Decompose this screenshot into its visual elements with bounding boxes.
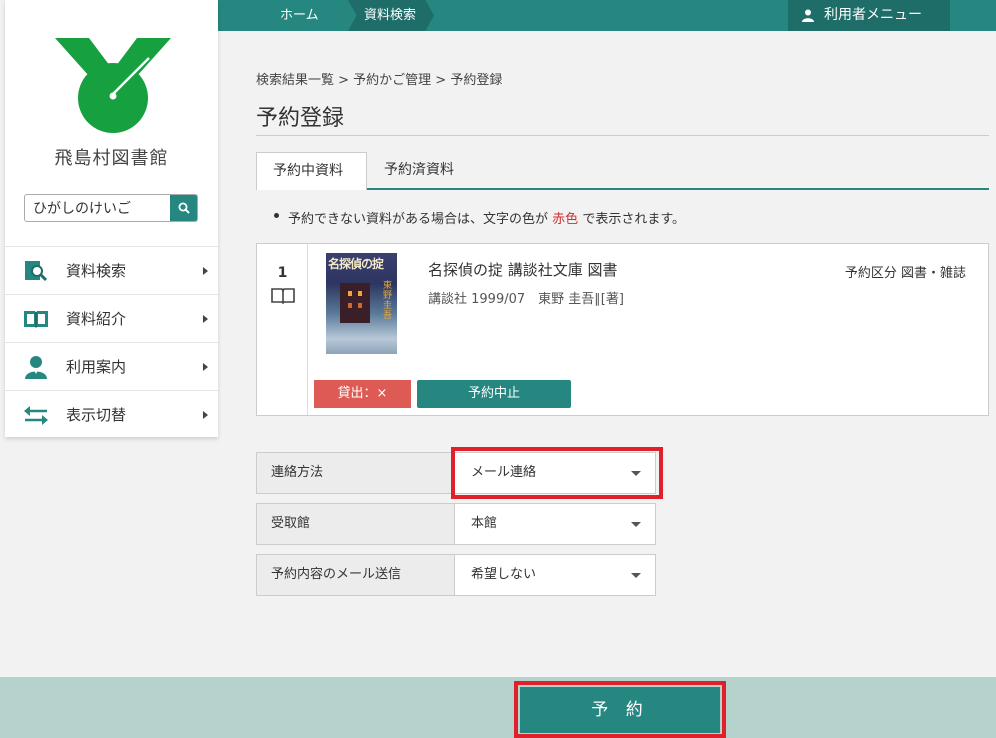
search-button[interactable] <box>170 195 197 221</box>
cancel-reservation-button[interactable]: 予約中止 <box>417 380 571 408</box>
search-document-icon <box>23 259 49 283</box>
chevron-down-icon[interactable] <box>631 573 641 578</box>
notice-red-word: 赤色 <box>552 212 579 227</box>
top-navigation-bar: ホーム 資料検索 利用者メニュー <box>218 0 996 31</box>
cover-illustration <box>340 283 370 323</box>
search-breadcrumb-link[interactable]: 資料検索 <box>348 0 434 31</box>
sidebar-item-label: 表示切替 <box>66 406 127 424</box>
item-type: 予約区分 図書・雑誌 <box>844 266 966 281</box>
chevron-right-icon <box>203 315 208 323</box>
search-icon <box>178 202 190 214</box>
reserve-button[interactable]: 予 約 <box>520 687 720 733</box>
title-divider <box>256 135 989 136</box>
cover-author: 東野圭吾 <box>383 281 393 321</box>
sidebar-item-label: 資料紹介 <box>66 310 127 328</box>
mail-notification-select[interactable]: 希望しない <box>471 555 536 595</box>
chevron-right-icon <box>203 411 208 419</box>
sidebar-item-guide[interactable]: 利用案内 <box>5 342 218 390</box>
library-logo[interactable] <box>55 38 171 134</box>
footer-action-bar <box>0 677 996 738</box>
item-number: 1 <box>277 265 288 281</box>
book-icon <box>271 288 295 304</box>
chevron-right-icon <box>203 267 208 275</box>
sidebar-nav: 資料検索 資料紹介 利用案内 表示切替 <box>5 246 218 438</box>
person-icon <box>23 355 49 379</box>
chevron-down-icon[interactable] <box>631 471 641 476</box>
pickup-library-label: 受取館 <box>257 504 455 544</box>
breadcrumb[interactable]: 検索結果一覧 > 予約かご管理 > 予約登録 <box>256 69 502 88</box>
pickup-library-row: 受取館 本館 <box>256 503 656 545</box>
swap-arrows-icon <box>23 403 49 427</box>
user-icon <box>802 9 814 22</box>
contact-method-label: 連絡方法 <box>257 453 455 493</box>
mail-notification-row: 予約内容のメール送信 希望しない <box>256 554 656 596</box>
cover-title: 名探偵の掟 <box>328 257 384 271</box>
chevron-down-icon[interactable] <box>631 522 641 527</box>
search-input[interactable] <box>25 195 171 221</box>
mail-notification-label: 予約内容のメール送信 <box>257 555 455 595</box>
library-name: 飛島村図書館 <box>54 148 169 169</box>
sidebar-search <box>24 194 198 222</box>
contact-method-row: 連絡方法 メール連絡 <box>256 452 656 494</box>
sidebar-item-display-toggle[interactable]: 表示切替 <box>5 390 218 438</box>
user-menu-label: 利用者メニュー <box>824 7 922 23</box>
reservation-tabs: 予約中資料 予約済資料 <box>256 152 989 190</box>
sidebar-item-label: 資料検索 <box>66 262 127 280</box>
book-cover[interactable]: 名探偵の掟 東野圭吾 <box>326 253 397 354</box>
chevron-right-icon <box>203 363 208 371</box>
page-title: 予約登録 <box>256 106 345 131</box>
tab-reserved[interactable]: 予約済資料 <box>368 152 470 190</box>
pickup-library-select[interactable]: 本館 <box>471 504 497 544</box>
home-link[interactable]: ホーム <box>280 0 319 31</box>
bullet-icon <box>274 213 279 218</box>
item-title[interactable]: 名探偵の掟 講談社文庫 図書 <box>428 259 618 280</box>
sidebar-item-introduction[interactable]: 資料紹介 <box>5 294 218 342</box>
lent-status-badge: 貸出：× <box>314 380 411 408</box>
reservation-item: 1 名探偵の掟 東野圭吾 名探偵の掟 講談社文庫 図書 講談社 1999/07 … <box>256 243 989 416</box>
contact-method-select[interactable]: メール連絡 <box>471 453 536 493</box>
user-menu-button[interactable]: 利用者メニュー <box>788 0 950 31</box>
sidebar: 飛島村図書館 資料検索 <box>5 0 218 437</box>
tab-reserving[interactable]: 予約中資料 <box>256 152 367 190</box>
notice-text: 予約できない資料がある場合は、文字の色が 赤色 で表示されます。 <box>274 208 685 227</box>
item-number-column: 1 <box>257 244 308 415</box>
sidebar-item-search[interactable]: 資料検索 <box>5 246 218 294</box>
sidebar-item-label: 利用案内 <box>66 358 127 376</box>
item-meta: 講談社 1999/07 東野 圭吾∥[著] <box>428 292 624 307</box>
open-book-icon <box>23 307 49 331</box>
